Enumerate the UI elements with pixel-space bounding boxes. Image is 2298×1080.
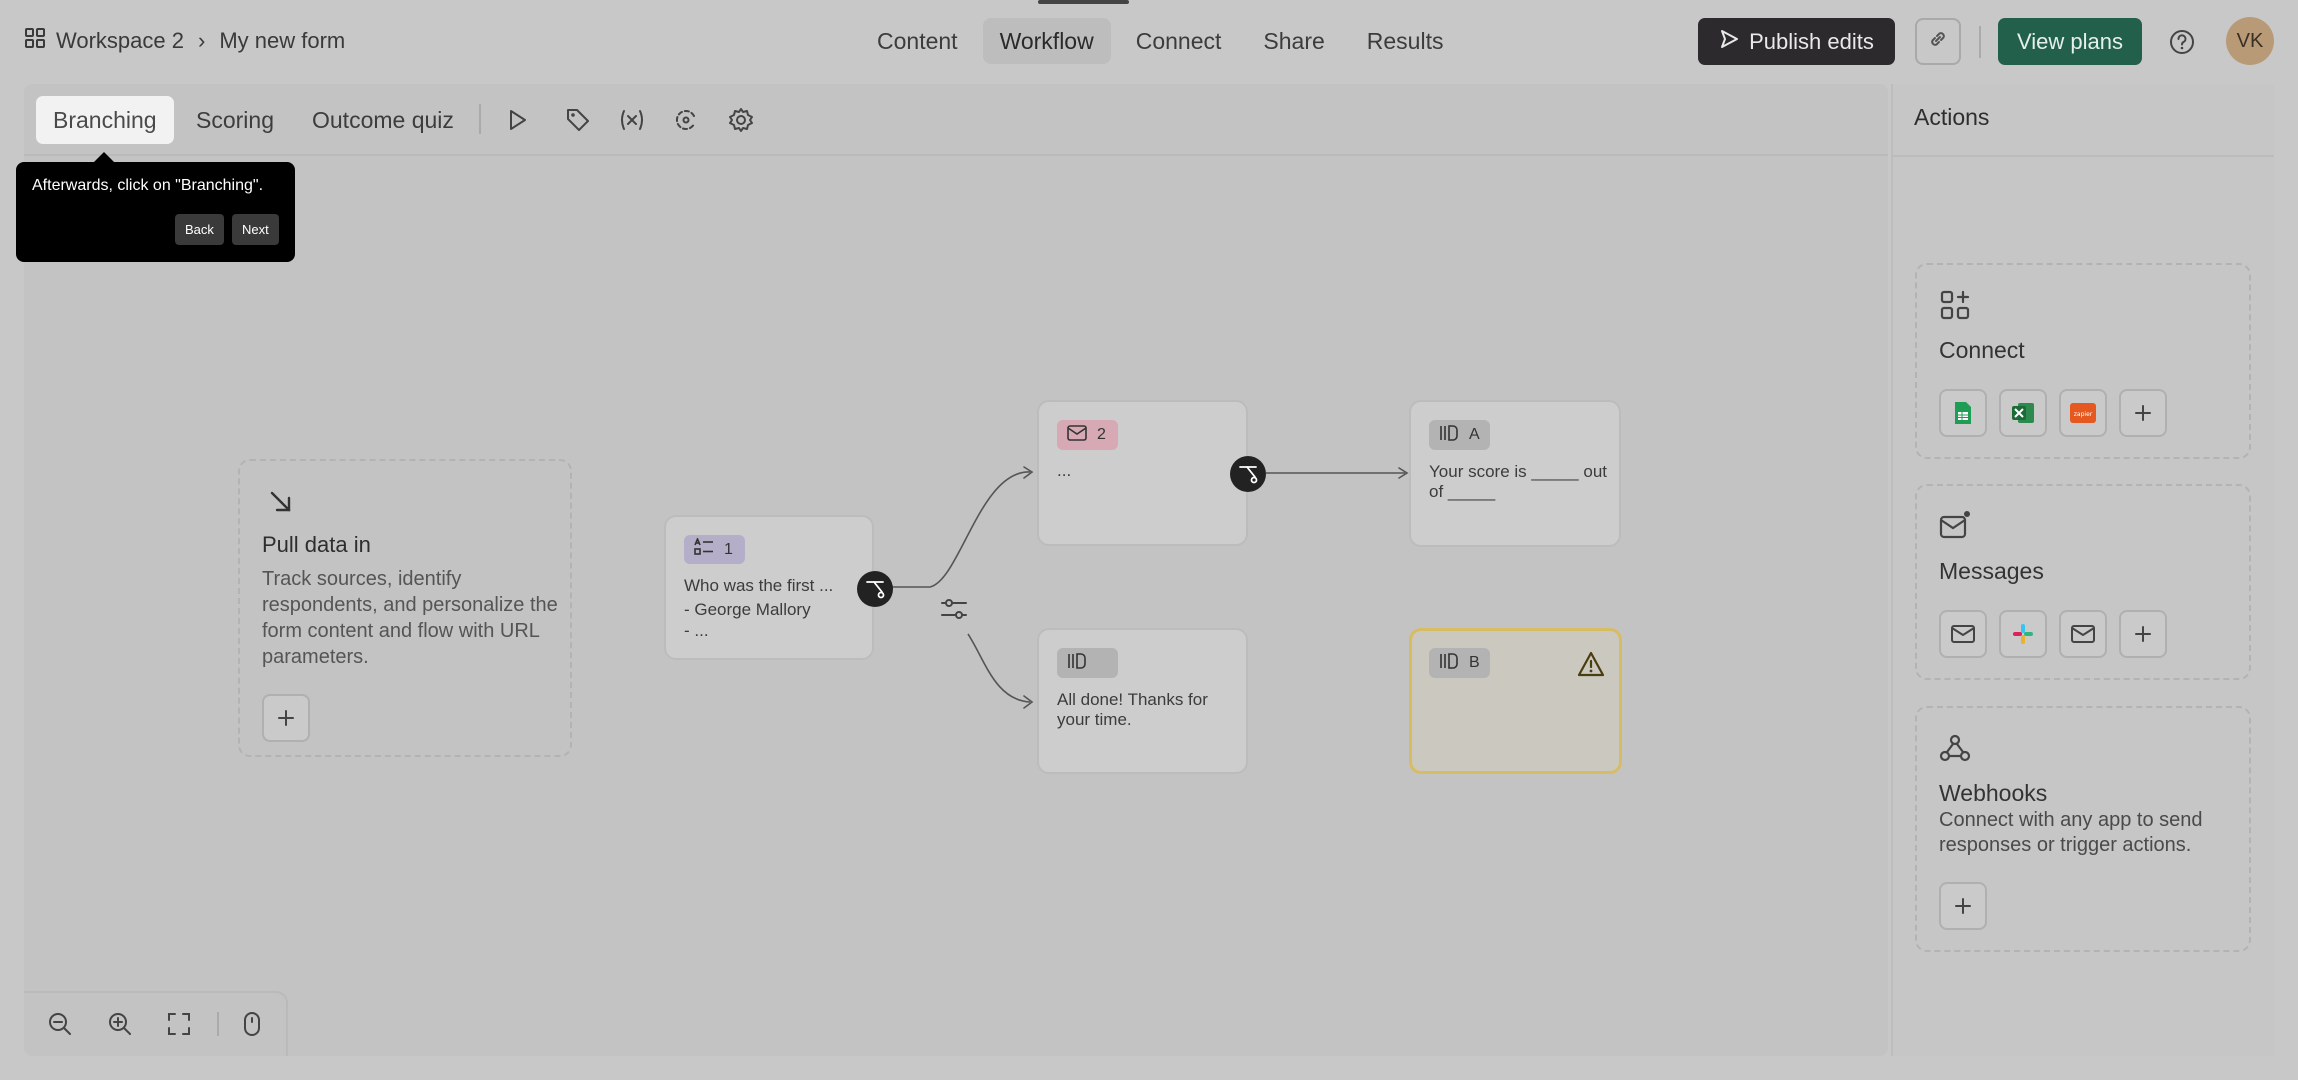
- add-webhook-button[interactable]: [1939, 882, 1987, 930]
- actions-panel-divider: [1891, 155, 2274, 157]
- email-icon: [1951, 625, 1975, 643]
- warning-icon: [1577, 651, 1605, 682]
- email-number: 2: [1097, 426, 1106, 443]
- plus-icon: [1955, 898, 1971, 914]
- question-node[interactable]: 1 Who was the first ... - George Mallory…: [664, 515, 874, 660]
- connect-title: Connect: [1939, 337, 2025, 363]
- branch-icon-email[interactable]: [1230, 456, 1266, 492]
- webhooks-title: Webhooks: [1939, 780, 2048, 806]
- fit-screen-icon[interactable]: [163, 1008, 195, 1040]
- question-choice-more: - ...: [684, 621, 709, 640]
- multiple-choice-icon: [694, 536, 714, 561]
- slack-button[interactable]: [1999, 610, 2047, 658]
- zapier-button[interactable]: zapier: [2059, 389, 2107, 437]
- question-title: Who was the first ...: [684, 576, 834, 595]
- link-icon: [1927, 28, 1949, 55]
- envelope-icon: [1067, 424, 1087, 446]
- default-ending-text-line1: All done! Thanks for: [1057, 690, 1208, 709]
- default-ending-badge: [1057, 648, 1118, 678]
- google-sheets-button[interactable]: [1939, 389, 1987, 437]
- zoom-divider: [217, 1012, 219, 1036]
- svg-text:zapier: zapier: [2074, 411, 2093, 418]
- mouse-icon[interactable]: [236, 1008, 268, 1040]
- email-alt-icon: [2071, 625, 2095, 643]
- default-ending-text-line2: your time.: [1057, 710, 1132, 729]
- default-ending-node[interactable]: All done! Thanks for your time.: [1037, 628, 1248, 774]
- webhook-icon: [1939, 732, 1971, 769]
- connect-card[interactable]: Connect zapier: [1915, 263, 2251, 459]
- copy-link-button[interactable]: [1915, 18, 1961, 65]
- question-badge: 1: [684, 535, 745, 564]
- branch-icon[interactable]: [857, 571, 893, 607]
- filter-sliders-icon[interactable]: [940, 596, 968, 627]
- google-sheets-icon: [1955, 402, 1971, 424]
- email-text: ...: [1057, 461, 1072, 480]
- excel-button[interactable]: [1999, 389, 2047, 437]
- messages-card[interactable]: Messages: [1915, 484, 2251, 680]
- slack-icon: [2013, 624, 2033, 644]
- ending-icon: [1439, 424, 1459, 446]
- email-alt-button[interactable]: [2059, 610, 2107, 658]
- plus-icon: [2135, 405, 2151, 421]
- webhooks-card[interactable]: Webhooks Connect with any app to send re…: [1915, 706, 2251, 952]
- add-message-button[interactable]: [2119, 610, 2167, 658]
- message-notification-icon: [1939, 510, 1971, 545]
- actions-panel-title: Actions: [1914, 104, 1990, 130]
- webhooks-description: Connect with any app to send responses o…: [1939, 809, 2203, 856]
- ending-a-badge: A: [1429, 420, 1490, 450]
- apps-grid-icon: [1939, 289, 1971, 326]
- avatar[interactable]: VK: [2226, 17, 2274, 65]
- excel-icon: [2012, 403, 2034, 423]
- zapier-icon: zapier: [2070, 403, 2096, 423]
- zoom-out-icon[interactable]: [44, 1008, 76, 1040]
- ending-a-node[interactable]: A Your score is _____ out of _____: [1409, 400, 1621, 547]
- header-divider: [1979, 26, 1981, 58]
- ending-b-badge: B: [1429, 648, 1490, 678]
- email-button[interactable]: [1939, 610, 1987, 658]
- ending-b-letter: B: [1469, 654, 1480, 671]
- ending-a-letter: A: [1469, 426, 1480, 443]
- question-choice-1: - George Mallory: [684, 600, 811, 619]
- ending-a-text-line2: of _____: [1429, 482, 1496, 501]
- messages-title: Messages: [1939, 558, 2044, 584]
- ending-icon: [1067, 652, 1087, 674]
- view-plans-button[interactable]: View plans: [1998, 18, 2142, 65]
- email-node[interactable]: 2 ...: [1037, 400, 1248, 546]
- ending-icon: [1439, 652, 1459, 674]
- add-connection-button[interactable]: [2119, 389, 2167, 437]
- help-icon[interactable]: [2164, 24, 2200, 60]
- question-number: 1: [724, 540, 733, 558]
- ending-b-node[interactable]: B: [1409, 628, 1622, 774]
- zoom-in-icon[interactable]: [104, 1008, 136, 1040]
- email-badge: 2: [1057, 420, 1118, 450]
- ending-a-text-line1: Your score is _____ out: [1429, 462, 1607, 481]
- plus-icon: [2135, 626, 2151, 642]
